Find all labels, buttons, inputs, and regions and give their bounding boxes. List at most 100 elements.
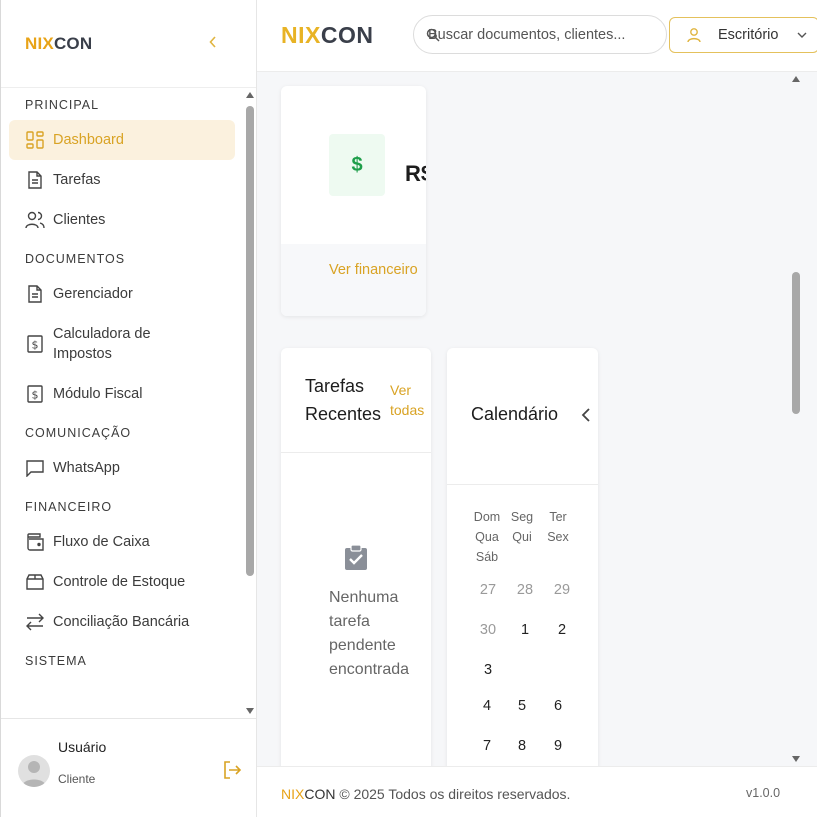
search-input[interactable] xyxy=(428,26,658,43)
calendar-day[interactable]: 8 xyxy=(504,738,540,754)
logo-part-con: CON xyxy=(304,786,336,802)
calendar-day[interactable]: 9 xyxy=(540,738,576,754)
recent-tasks-card: Tarefas Recentes Ver todas Nenhuma taref… xyxy=(281,348,431,766)
page-footer: NIXCON © 2025 Todos os direitos reservad… xyxy=(257,766,817,817)
user-panel: Usuário Cliente xyxy=(1,718,257,817)
dollar-icon: $ xyxy=(329,134,385,196)
weekday-label: Qua xyxy=(475,530,499,544)
calendar-title: Calendário xyxy=(471,404,559,424)
finance-card-footer: Ver financeiro xyxy=(281,244,426,316)
calendar-day[interactable]: 27 xyxy=(470,582,506,598)
chevron-left-icon[interactable] xyxy=(581,408,591,422)
sidebar-item-modulo-fiscal[interactable]: $ Módulo Fiscal xyxy=(9,374,235,414)
users-icon xyxy=(25,210,45,230)
dollar-box-icon: $ xyxy=(25,384,45,404)
top-header: NIXCON Escritório xyxy=(257,0,817,72)
scroll-up-arrow-icon[interactable] xyxy=(246,92,254,98)
empty-tasks-message: Nenhuma tarefa pendente encontrada xyxy=(329,589,410,678)
svg-text:$: $ xyxy=(32,339,39,352)
sidebar-item-label: Clientes xyxy=(53,212,106,228)
sidebar-item-label: Módulo Fiscal xyxy=(53,386,143,402)
sidebar-scroll-thumb[interactable] xyxy=(246,106,254,576)
main-scrollbar[interactable] xyxy=(790,72,802,766)
divider xyxy=(447,484,598,485)
swap-arrows-icon xyxy=(25,612,45,632)
collapse-sidebar-button[interactable] xyxy=(205,34,221,50)
logo-part-nix: NIX xyxy=(281,786,305,802)
scroll-down-arrow-icon[interactable] xyxy=(246,708,254,714)
chevron-left-icon xyxy=(209,36,216,48)
calendar-day[interactable]: 7 xyxy=(469,738,505,754)
sidebar-logo[interactable]: NIXCON xyxy=(25,34,92,54)
sidebar-item-clientes[interactable]: Clientes xyxy=(9,200,235,240)
copyright-text: NIXCON © 2025 Todos os direitos reservad… xyxy=(281,786,570,802)
sidebar-item-label: WhatsApp xyxy=(53,460,120,476)
header-logo[interactable]: NIXCON xyxy=(281,22,373,49)
calendar-day[interactable]: 5 xyxy=(504,698,540,714)
search-icon xyxy=(426,28,440,42)
sidebar-item-calculadora-impostos[interactable]: $ Calculadora de Impostos xyxy=(9,314,235,374)
calendar-day[interactable]: 2 xyxy=(544,622,580,638)
finance-card: $ R$ Ver financeiro xyxy=(281,86,426,316)
sidebar-scrollbar[interactable] xyxy=(243,88,257,718)
logout-button[interactable] xyxy=(222,760,242,780)
user-icon xyxy=(687,28,701,43)
logo-part-nix: NIX xyxy=(281,22,321,48)
weekday-label: Seg xyxy=(510,510,534,524)
main-scroll-thumb[interactable] xyxy=(792,272,800,414)
section-title-sistema: SISTEMA xyxy=(25,654,87,668)
sidebar-item-controle-estoque[interactable]: Controle de Estoque xyxy=(9,562,235,602)
logo-part-con: CON xyxy=(53,33,93,53)
user-role: Cliente xyxy=(58,772,96,786)
sidebar-item-gerenciador[interactable]: Gerenciador xyxy=(9,274,235,314)
sidebar-item-label: Fluxo de Caixa xyxy=(53,534,150,550)
calendar-day[interactable]: 28 xyxy=(507,582,543,598)
logout-icon xyxy=(224,761,242,779)
office-label: Escritório xyxy=(718,27,779,43)
dashboard-grid-icon xyxy=(25,130,45,150)
chat-icon xyxy=(25,458,45,478)
sidebar-brand: NIXCON xyxy=(1,0,256,88)
dollar-box-icon: $ xyxy=(25,334,45,354)
office-selector[interactable]: Escritório xyxy=(669,17,817,53)
weekday-label: Dom xyxy=(473,510,501,524)
sidebar-item-conciliacao-bancaria[interactable]: Conciliação Bancária xyxy=(9,602,235,642)
sidebar-item-label: Gerenciador xyxy=(53,286,133,302)
calendar-day[interactable]: 1 xyxy=(507,622,543,638)
calendar-day[interactable]: 30 xyxy=(470,622,506,638)
weekday-label: Sáb xyxy=(475,550,499,564)
search-box[interactable] xyxy=(413,15,667,54)
view-all-tasks-link[interactable]: Ver todas xyxy=(390,380,430,420)
wallet-icon xyxy=(25,532,45,552)
svg-text:$: $ xyxy=(32,389,39,402)
weekday-label: Qui xyxy=(512,530,532,544)
sidebar-item-tarefas[interactable]: Tarefas xyxy=(9,160,235,200)
sidebar-item-dashboard[interactable]: Dashboard xyxy=(9,120,235,160)
sidebar-nav: PRINCIPAL Dashboard Tarefas Clientes DOC… xyxy=(1,88,243,718)
sidebar-item-fluxo-caixa[interactable]: Fluxo de Caixa xyxy=(9,522,235,562)
weekday-label: Ter xyxy=(549,510,567,524)
section-title-documentos: DOCUMENTOS xyxy=(25,252,126,266)
section-title-comunicacao: COMUNICAÇÃO xyxy=(25,426,132,440)
document-icon xyxy=(25,284,45,304)
sidebar-item-whatsapp[interactable]: WhatsApp xyxy=(9,448,235,488)
sidebar-item-label: Controle de Estoque xyxy=(53,574,186,590)
sidebar-item-label: Calculadora de Impostos xyxy=(53,326,151,362)
chevron-down-icon xyxy=(797,32,807,38)
section-title-financeiro: FINANCEIRO xyxy=(25,500,113,514)
recent-tasks-title: Tarefas Recentes xyxy=(305,376,382,424)
view-finance-link[interactable]: Ver financeiro xyxy=(329,260,419,280)
calendar-day[interactable]: 6 xyxy=(540,698,576,714)
sidebar: NIXCON PRINCIPAL Dashboard Tarefas Clien… xyxy=(0,0,257,817)
scroll-down-arrow-icon[interactable] xyxy=(792,756,800,762)
box-icon xyxy=(25,572,45,592)
calendar-day[interactable]: 29 xyxy=(544,582,580,598)
calendar-day[interactable]: 3 xyxy=(470,662,506,678)
user-avatar-icon xyxy=(22,761,46,787)
avatar[interactable] xyxy=(18,755,50,787)
calendar-day[interactable]: 4 xyxy=(469,698,505,714)
document-icon xyxy=(25,170,45,190)
finance-value: R$ xyxy=(405,161,426,186)
logo-part-con: CON xyxy=(320,22,374,48)
scroll-up-arrow-icon[interactable] xyxy=(792,76,800,82)
